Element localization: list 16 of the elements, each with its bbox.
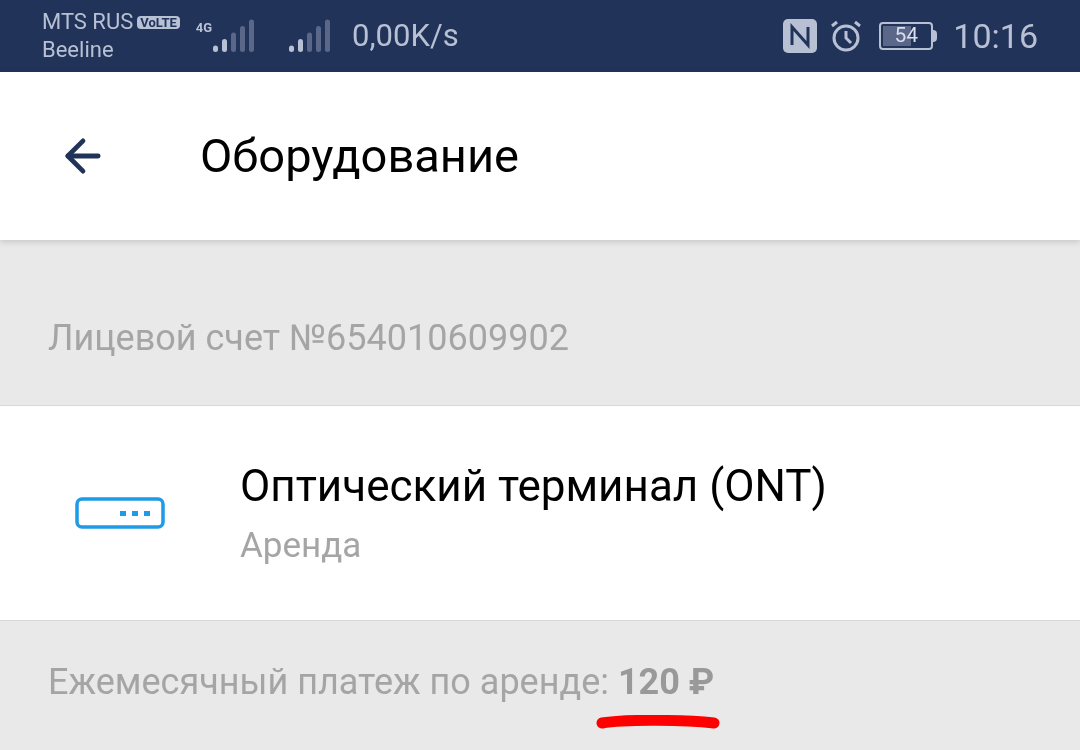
router-icon — [75, 497, 165, 529]
monthly-payment: Ежемесячный платеж по аренде: 120 ₽ — [48, 660, 715, 703]
battery-level: 54 — [894, 22, 919, 50]
alarm-icon — [829, 19, 864, 53]
nfc-icon — [783, 19, 818, 53]
clock: 10:16 — [953, 14, 1038, 58]
network-speed: 0,00K/s — [352, 15, 459, 56]
carrier-name: MTS RUS — [42, 11, 134, 33]
volte-badge: VoLTE — [137, 15, 180, 29]
equipment-name: Оптический терминал (ONT) — [240, 458, 827, 514]
network-type: 4G — [195, 19, 213, 37]
account-number: Лицевой счет №654010609902 — [48, 316, 569, 361]
page-title: Оборудование — [200, 126, 519, 185]
carrier-name: Beeline — [42, 39, 115, 61]
equipment-item[interactable]: Оптический терминал (ONT) Аренда — [0, 405, 1080, 621]
equipment-type: Аренда — [240, 523, 363, 568]
